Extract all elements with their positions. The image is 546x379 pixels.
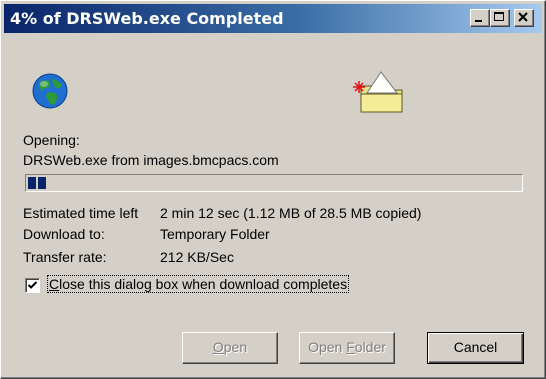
file-source-text: DRSWeb.exe from images.bmcpacs.com	[23, 152, 279, 168]
title-bar[interactable]: 4% of DRSWeb.exe Completed	[4, 4, 542, 33]
download-dialog: 4% of DRSWeb.exe Completed Opening: DRSW…	[0, 0, 546, 379]
globe-icon	[32, 73, 68, 109]
progress-chunk	[28, 177, 36, 189]
time-left-label: Estimated time left	[23, 205, 139, 221]
maximize-icon	[494, 12, 504, 21]
minimize-icon	[475, 20, 482, 22]
time-left-value: 2 min 12 sec (1.12 MB of 28.5 MB copied)	[160, 205, 422, 221]
maximize-button[interactable]	[490, 9, 510, 27]
cancel-button[interactable]: Cancel	[427, 332, 524, 364]
progress-chunk	[38, 177, 46, 189]
checkmark-icon	[27, 281, 38, 289]
opening-label: Opening:	[23, 132, 80, 148]
close-on-complete-checkbox[interactable]	[25, 278, 40, 293]
download-progress-bar	[25, 174, 523, 192]
progress-fill	[28, 177, 48, 189]
close-on-complete-label[interactable]: Close this dialog box when download comp…	[47, 275, 350, 293]
open-button[interactable]: Open	[182, 332, 278, 364]
folder-icon	[353, 71, 403, 113]
download-to-label: Download to:	[23, 226, 105, 242]
window-title: 4% of DRSWeb.exe Completed	[10, 9, 284, 28]
transfer-rate-value: 212 KB/Sec	[160, 249, 234, 265]
close-button[interactable]	[514, 9, 534, 27]
transfer-rate-label: Transfer rate:	[23, 249, 107, 265]
minimize-button[interactable]	[470, 9, 490, 27]
download-to-value: Temporary Folder	[160, 226, 270, 242]
open-folder-button[interactable]: Open Folder	[299, 332, 395, 364]
close-icon	[518, 12, 528, 22]
